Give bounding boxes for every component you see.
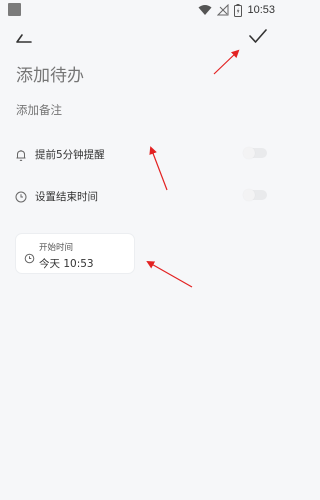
wifi-icon	[198, 5, 212, 15]
end-time-label: 设置结束时间	[35, 191, 98, 203]
status-time: 10:53	[247, 4, 275, 16]
start-time-value: 今天 10:53	[39, 258, 94, 270]
start-time-caption: 开始时间	[39, 243, 74, 253]
toggle-knob	[243, 189, 255, 201]
reminder-row[interactable]: 提前5分钟提醒	[14, 144, 269, 166]
battery-icon	[234, 3, 243, 17]
notification-app-icon	[8, 3, 21, 16]
todo-title-input[interactable]	[16, 64, 256, 88]
clock-icon	[24, 249, 35, 264]
confirm-button[interactable]	[247, 25, 269, 47]
status-bar: 10:53	[0, 0, 281, 20]
status-icons: 10:53	[198, 3, 275, 17]
no-signal-icon	[217, 4, 229, 16]
clock-icon	[14, 189, 28, 203]
check-icon	[249, 29, 267, 43]
annotation-arrow	[146, 261, 193, 288]
bell-icon	[14, 147, 28, 161]
reminder-label: 提前5分钟提醒	[35, 149, 105, 161]
back-icon	[16, 34, 32, 43]
back-button[interactable]	[13, 26, 35, 48]
toggle-knob	[243, 147, 255, 159]
reminder-toggle[interactable]	[243, 147, 267, 159]
todo-note-input[interactable]	[16, 101, 256, 119]
end-time-toggle[interactable]	[243, 189, 267, 201]
app-bar	[0, 22, 281, 52]
end-time-row[interactable]: 设置结束时间	[14, 186, 269, 208]
start-time-card[interactable]: 开始时间 今天 10:53	[15, 233, 135, 274]
